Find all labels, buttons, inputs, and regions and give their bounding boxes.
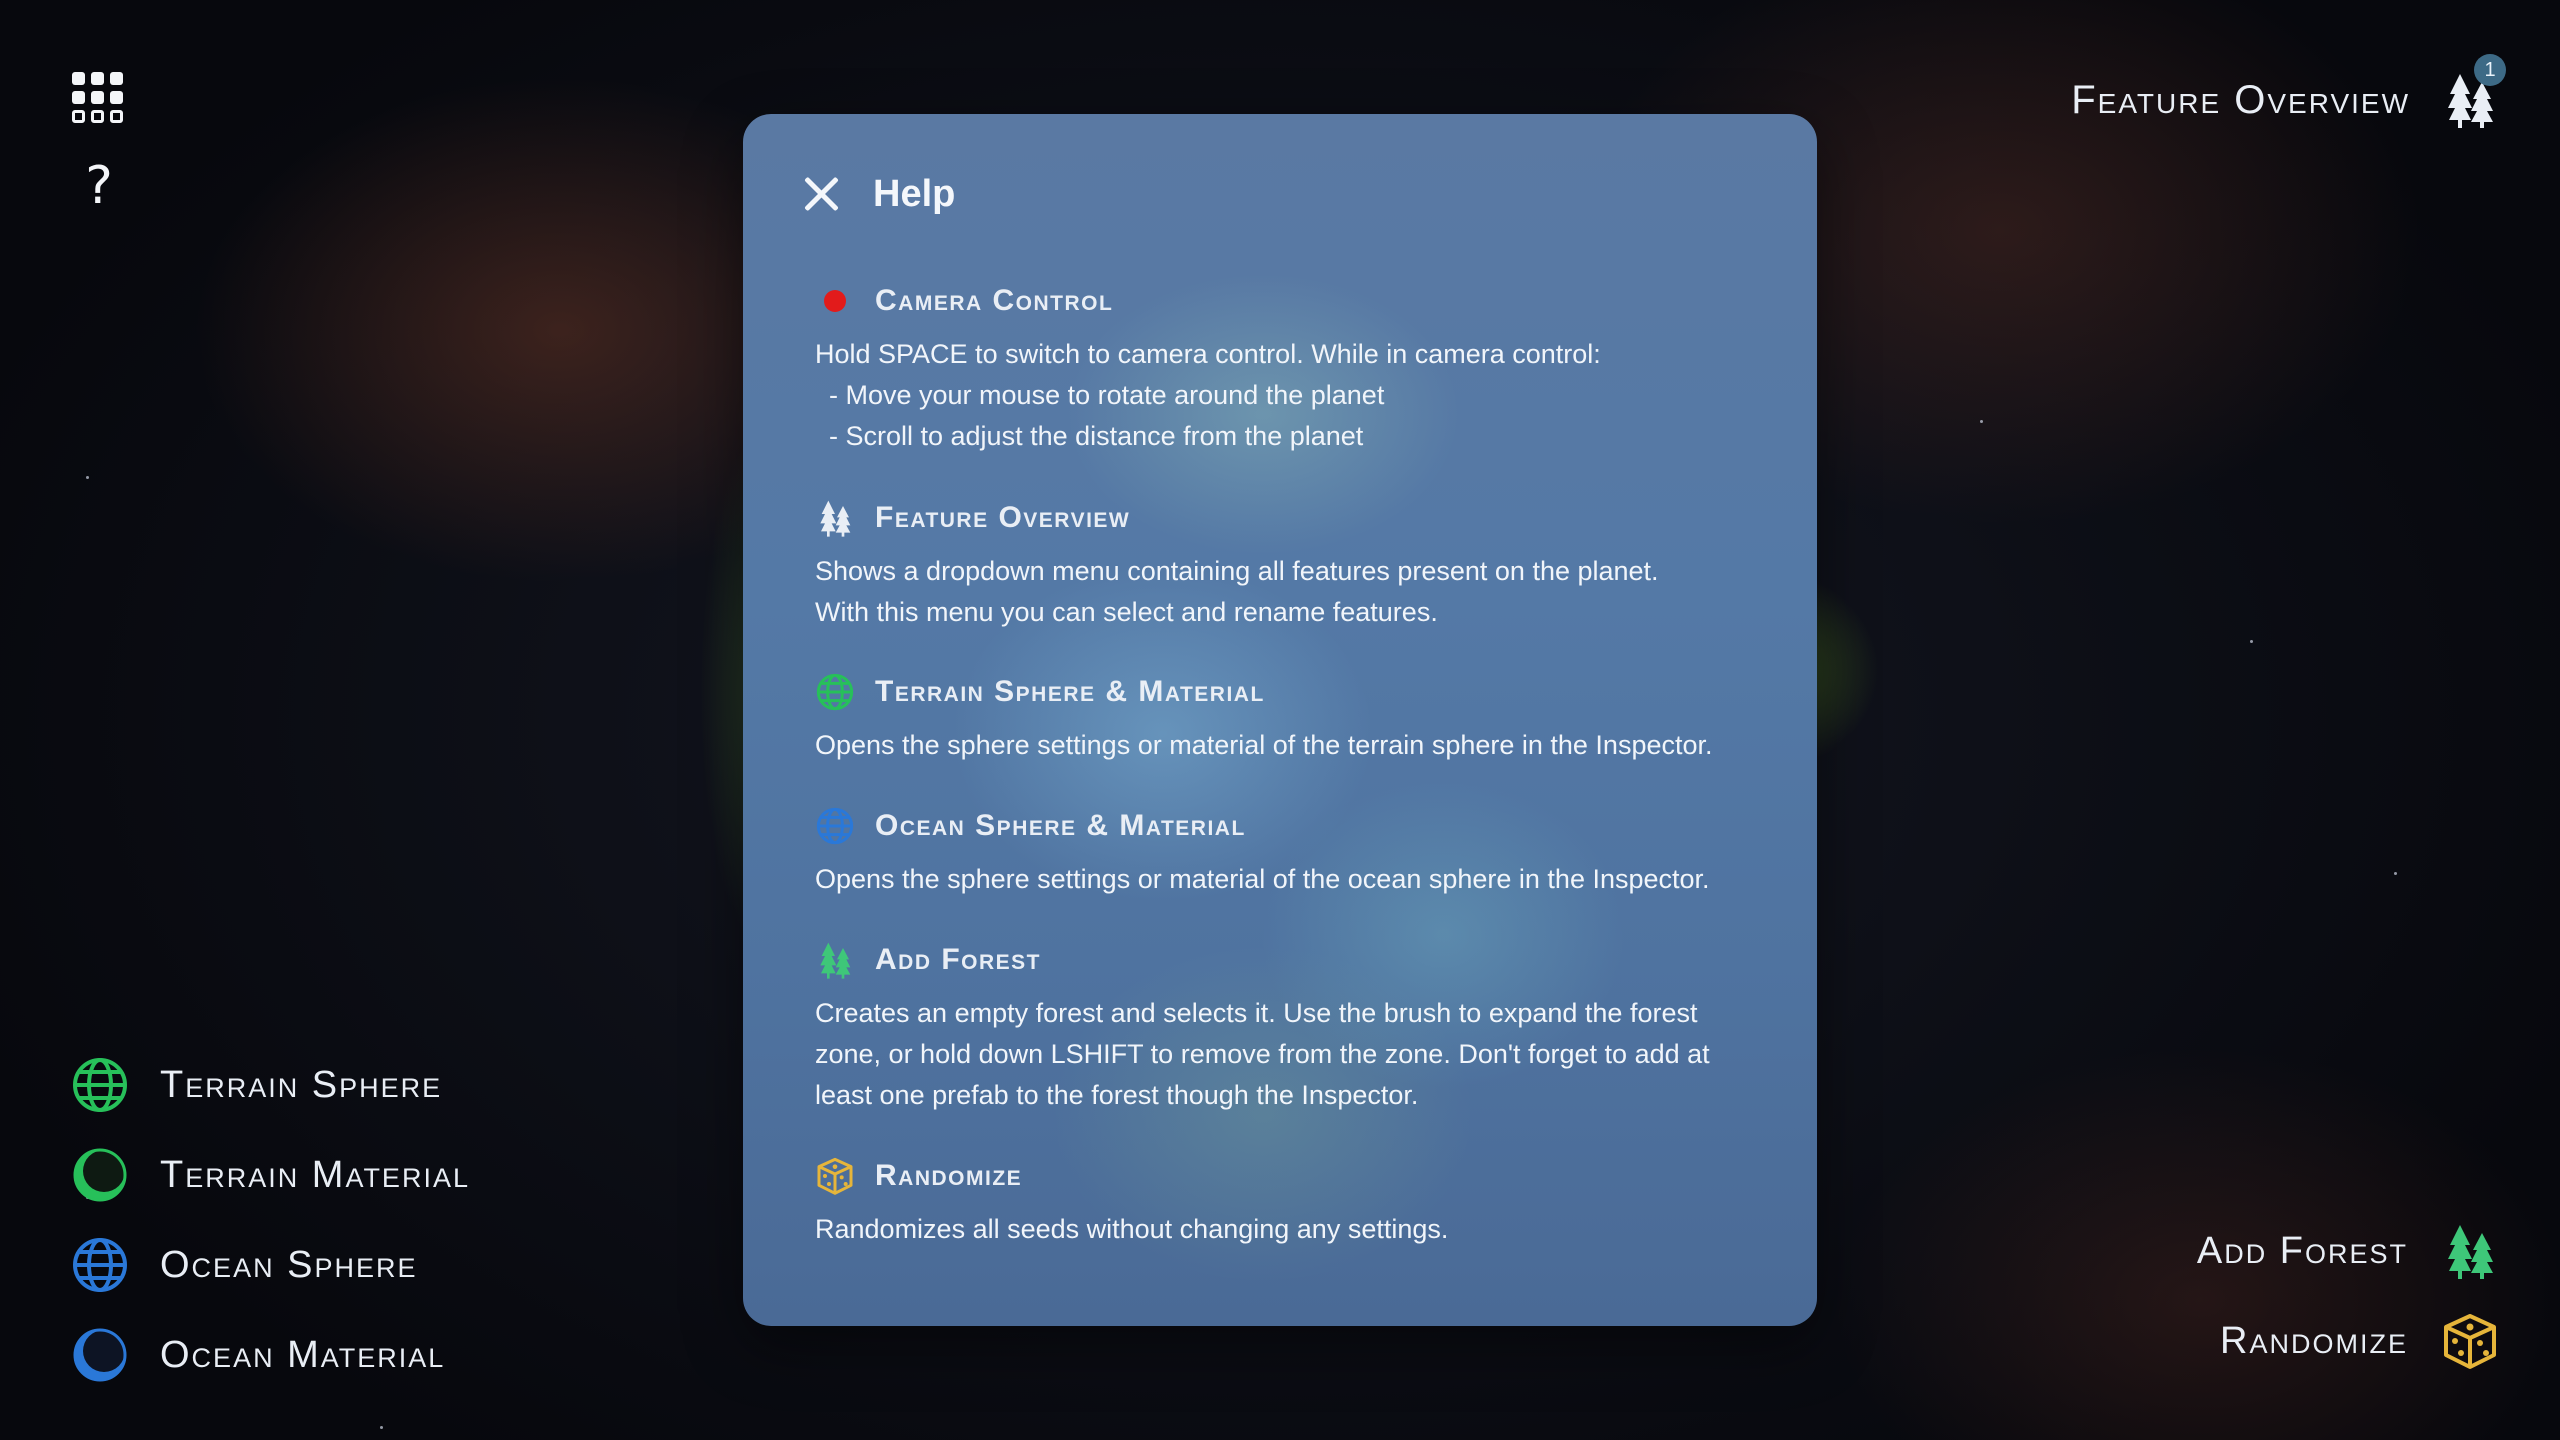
dice-icon xyxy=(2444,1314,2496,1369)
section-text: Shows a dropdown menu containing all fea… xyxy=(815,556,1659,586)
terrain-sphere-icon xyxy=(815,672,855,712)
randomize-button[interactable]: Randomize xyxy=(2197,1296,2500,1386)
ocean-sphere-icon xyxy=(815,806,855,846)
section-title: Feature Overview xyxy=(875,501,1131,534)
section-text: Randomizes all seeds without changing an… xyxy=(815,1214,1449,1244)
section-title: Ocean Sphere & Material xyxy=(875,809,1246,842)
section-title: Camera Control xyxy=(875,284,1114,317)
trees-icon: 1 xyxy=(2440,54,2506,130)
section-title: Terrain Sphere & Material xyxy=(875,675,1265,708)
section-title: Add Forest xyxy=(875,943,1041,976)
terrain-material-button[interactable]: Terrain Material xyxy=(70,1130,470,1220)
star xyxy=(2250,640,2253,643)
section-text: least one prefab to the forest though th… xyxy=(815,1080,1419,1110)
ocean-sphere-icon xyxy=(73,1238,127,1292)
terrain-material-icon xyxy=(73,1148,127,1202)
terrain-material-label: Terrain Material xyxy=(160,1153,470,1196)
help-section-ocean: Ocean Sphere & Material Opens the sphere… xyxy=(815,803,1757,900)
ocean-material-button[interactable]: Ocean Material xyxy=(70,1310,470,1400)
left-menu: Terrain Sphere Terrain Material Ocean Sp… xyxy=(70,1040,470,1400)
terrain-sphere-icon xyxy=(73,1058,127,1112)
star xyxy=(1980,420,1983,423)
ocean-sphere-button[interactable]: Ocean Sphere xyxy=(70,1220,470,1310)
star xyxy=(86,476,89,479)
help-section-add-forest: Add Forest Creates an empty forest and s… xyxy=(815,937,1757,1116)
help-dialog: Help Camera Control Hold SPACE to switch… xyxy=(743,114,1817,1326)
terrain-sphere-label: Terrain Sphere xyxy=(160,1063,443,1106)
feature-overview-button[interactable]: Feature Overview 1 xyxy=(2071,54,2506,140)
star xyxy=(2394,872,2397,875)
add-forest-button[interactable]: Add Forest xyxy=(2197,1206,2500,1296)
section-bullet: - Scroll to adjust the distance from the… xyxy=(829,421,1364,451)
section-text: Hold SPACE to switch to camera control. … xyxy=(815,339,1601,369)
section-text: With this menu you can select and rename… xyxy=(815,597,1438,627)
feature-count-badge: 1 xyxy=(2474,54,2506,86)
dice-icon xyxy=(815,1156,855,1196)
terrain-sphere-button[interactable]: Terrain Sphere xyxy=(70,1040,470,1130)
close-icon[interactable] xyxy=(799,172,843,216)
ocean-material-label: Ocean Material xyxy=(160,1333,446,1376)
star xyxy=(380,1426,383,1429)
section-title: Randomize xyxy=(875,1159,1023,1192)
scene-background[interactable]: ? Feature Overview 1 Terrain Sphere Terr… xyxy=(0,0,2560,1440)
right-menu: Add Forest Randomize xyxy=(2197,1206,2500,1386)
forest-icon xyxy=(815,940,855,980)
help-title: Help xyxy=(873,172,956,215)
add-forest-label: Add Forest xyxy=(2196,1229,2408,1272)
help-section-randomize: Randomize Randomizes all seeds without c… xyxy=(815,1153,1757,1250)
help-section-terrain: Terrain Sphere & Material Opens the sphe… xyxy=(815,669,1757,766)
feature-overview-label: Feature Overview xyxy=(2071,77,2410,122)
help-icon[interactable]: ? xyxy=(76,158,122,214)
section-bullet: - Move your mouse to rotate around the p… xyxy=(829,380,1385,410)
help-section-feature-overview: Feature Overview Shows a dropdown menu c… xyxy=(815,495,1757,633)
ocean-material-icon xyxy=(73,1328,127,1382)
section-text: Creates an empty forest and selects it. … xyxy=(815,998,1698,1028)
ocean-sphere-label: Ocean Sphere xyxy=(160,1243,418,1286)
randomize-label: Randomize xyxy=(2220,1319,2408,1362)
section-text: zone, or hold down LSHIFT to remove from… xyxy=(815,1039,1710,1069)
trees-icon xyxy=(815,498,855,538)
record-dot-icon xyxy=(815,281,855,321)
help-header: Help xyxy=(799,164,955,224)
grid-menu-icon[interactable] xyxy=(72,72,124,124)
forest-icon xyxy=(2448,1225,2493,1279)
section-text: Opens the sphere settings or material of… xyxy=(815,864,1710,894)
section-text: Opens the sphere settings or material of… xyxy=(815,730,1713,760)
help-section-camera-control: Camera Control Hold SPACE to switch to c… xyxy=(815,278,1757,457)
